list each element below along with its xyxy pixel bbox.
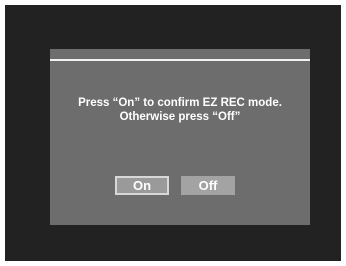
- on-button[interactable]: On: [115, 176, 169, 195]
- off-button[interactable]: Off: [181, 176, 235, 195]
- message-line-1: Press “On” to confirm EZ REC mode.: [78, 97, 282, 109]
- message-line-2: Otherwise press “Off”: [119, 111, 241, 123]
- ez-rec-confirm-dialog: Press “On” to confirm EZ REC mode. Other…: [50, 49, 310, 225]
- dialog-divider: [50, 59, 310, 61]
- screen: Press “On” to confirm EZ REC mode. Other…: [5, 5, 341, 261]
- dialog-message: Press “On” to confirm EZ REC mode. Other…: [50, 96, 310, 124]
